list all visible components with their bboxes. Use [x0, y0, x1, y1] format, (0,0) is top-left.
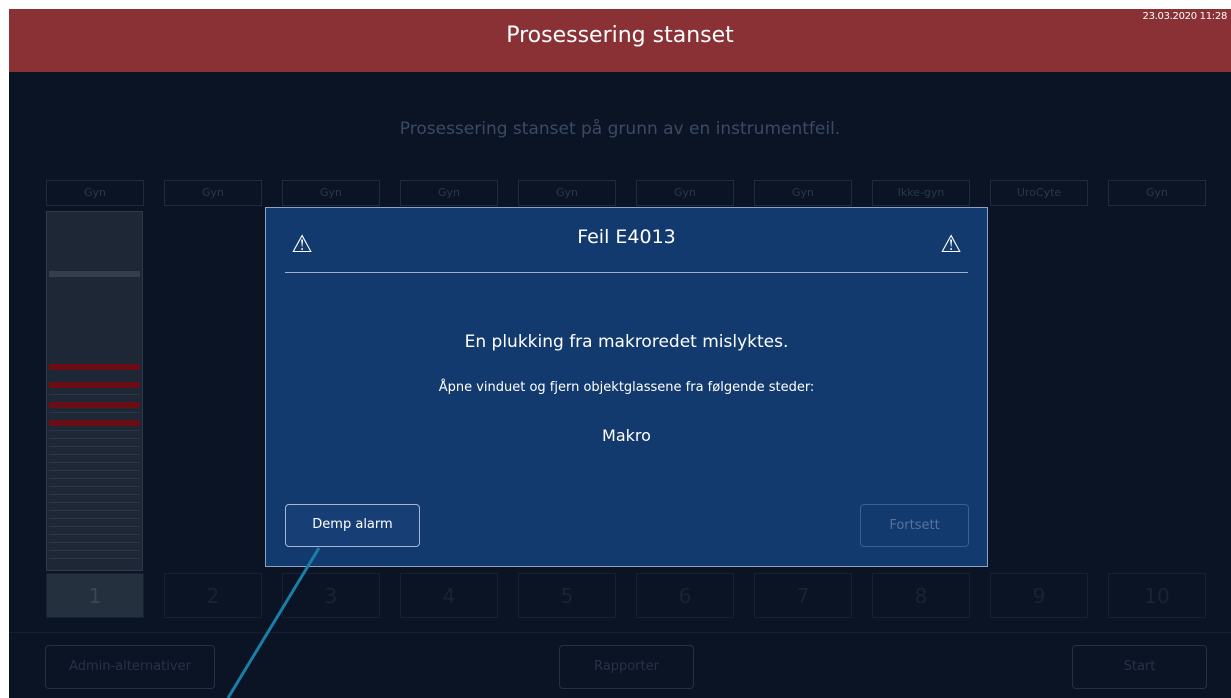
slide-slot-error: [49, 382, 140, 388]
rack-label: Gyn: [46, 180, 144, 206]
rack-label: UroCyte: [990, 180, 1088, 206]
slide-slot: [49, 486, 140, 487]
rack-number[interactable]: 6: [636, 573, 734, 618]
slide-slot-error: [49, 364, 140, 370]
rack-number[interactable]: 4: [400, 573, 498, 618]
warning-icon: ⚠: [940, 230, 962, 258]
rack-number[interactable]: 9: [990, 573, 1088, 618]
dialog-divider: [285, 272, 968, 273]
slide-slot: [49, 394, 140, 395]
page-title: Prosessering stanset: [506, 23, 734, 48]
rack-label: Gyn: [164, 180, 262, 206]
slide-slot: [49, 438, 140, 439]
slide-slot: [49, 470, 140, 471]
datetime-label: 23.03.2020 11:28: [1142, 11, 1228, 22]
app-screen: Prosessering stanset 23.03.2020 11:28 Pr…: [9, 9, 1231, 698]
slide-slot-error: [49, 420, 140, 426]
slide-slot: [49, 542, 140, 543]
slide-slot: [49, 526, 140, 527]
slide-slot: [49, 446, 140, 447]
rack-number[interactable]: 3: [282, 573, 380, 618]
slide-slot: [49, 430, 140, 431]
slide-slot: [49, 462, 140, 463]
title-bar: Prosessering stanset 23.03.2020 11:28: [9, 9, 1231, 72]
rack-label: Gyn: [282, 180, 380, 206]
slide-rack-1[interactable]: [46, 211, 143, 571]
mute-alarm-button[interactable]: Demp alarm: [285, 504, 420, 547]
continue-button[interactable]: Fortsett: [860, 504, 969, 547]
slide-slot: [49, 412, 140, 413]
dialog-title: Feil E4013: [577, 226, 676, 248]
slide-slot: [49, 502, 140, 503]
rack-number[interactable]: 5: [518, 573, 616, 618]
error-dialog: ⚠ Feil E4013 ⚠ En plukking fra makrorede…: [265, 207, 988, 567]
rack-number[interactable]: 10: [1108, 573, 1206, 618]
slide-slot: [49, 478, 140, 479]
rack-label: Gyn: [400, 180, 498, 206]
rack-number[interactable]: 2: [164, 573, 262, 618]
error-message: En plukking fra makroredet mislyktes.: [464, 332, 789, 352]
rack-label: Gyn: [1108, 180, 1206, 206]
error-instruction: Åpne vinduet og fjern objektglassene fra…: [438, 380, 815, 395]
slide-slot: [49, 550, 140, 551]
slide-slot: [49, 534, 140, 535]
start-button[interactable]: Start: [1072, 645, 1207, 689]
slide-slot: [49, 494, 140, 495]
rack-number[interactable]: 7: [754, 573, 852, 618]
status-message: Prosessering stanset på grunn av en inst…: [399, 119, 841, 139]
slide-slot-error: [49, 402, 140, 408]
slide-slot: [49, 518, 140, 519]
rack-label: Gyn: [754, 180, 852, 206]
slide-slot: [49, 510, 140, 511]
slide-slot: [49, 454, 140, 455]
error-location: Makro: [602, 426, 651, 445]
slide-slot: [49, 558, 140, 559]
reports-button[interactable]: Rapporter: [559, 645, 694, 689]
rack-label: Ikke-gyn: [872, 180, 970, 206]
rack-label: Gyn: [636, 180, 734, 206]
rack-number[interactable]: 8: [872, 573, 970, 618]
slide-slot: [49, 271, 140, 277]
rack-label: Gyn: [518, 180, 616, 206]
rack-number[interactable]: 1: [46, 573, 144, 618]
admin-options-button[interactable]: Admin-alternativer: [45, 645, 215, 689]
footer-divider: [9, 632, 1231, 633]
